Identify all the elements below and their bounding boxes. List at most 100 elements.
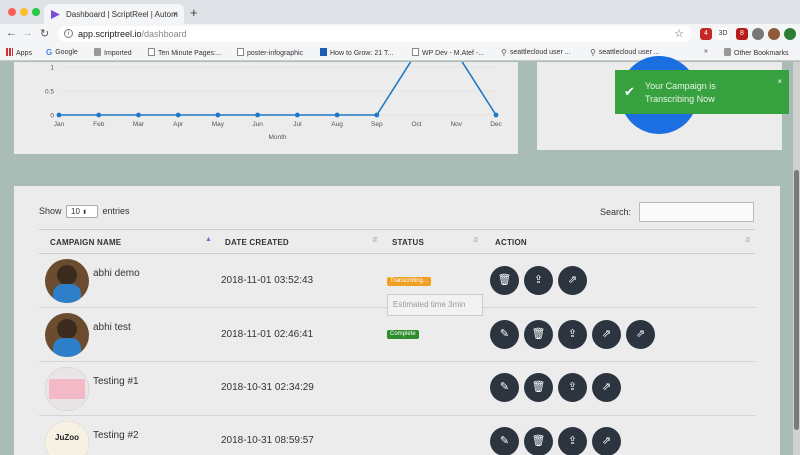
bookmark-google[interactable]: G Google	[46, 48, 78, 57]
toast-notification: ✔ Your Campaign is Transcribing Now ×	[615, 70, 789, 114]
share-icon[interactable]: ⇗	[592, 320, 621, 349]
campaign-name[interactable]: Testing #1	[93, 376, 139, 387]
x-tick-label: Jun	[252, 121, 263, 128]
share-icon[interactable]: ⇗	[558, 266, 587, 295]
cloud-icon: ⚲	[590, 48, 596, 57]
table-row: JuZoo Testing #2 2018-10-31 08:59:57 ✎ 🗑 ⇪…	[39, 416, 755, 455]
table-header: CAMPAIGN NAME ▲ DATE CREATED ⇵ STATUS ⇵ …	[39, 229, 755, 254]
data-point	[215, 112, 221, 118]
chart-card: 0 0.5 1 Jan Feb Mar Apr May Jun Jul Aug Sep Oct Nov De…	[14, 62, 518, 154]
extension-3d-icon[interactable]: 3D	[717, 28, 729, 40]
edit-icon[interactable]: ✎	[490, 373, 519, 402]
close-tab-icon[interactable]: ×	[173, 9, 178, 19]
browser-tab[interactable]: Dashboard | ScriptReel | Autom ×	[44, 4, 184, 24]
person-photo-icon	[57, 265, 77, 285]
browser-toolbar: ← → ↻ i app.scriptreel.io/dashboard ☆ 4 …	[0, 24, 800, 44]
bookmark-seattlecloud-1[interactable]: ⚲ seattlecloud user ...	[501, 48, 571, 57]
sort-icon[interactable]: ⇵	[372, 236, 378, 244]
extension-green-icon[interactable]	[784, 28, 796, 40]
stepper-icon: ⬍	[82, 210, 88, 216]
cloud-icon: ⚲	[501, 48, 507, 57]
bookmark-apps[interactable]: Apps	[6, 48, 32, 57]
campaign-thumbnail[interactable]	[45, 259, 89, 303]
header-status[interactable]: STATUS	[392, 238, 424, 247]
delete-icon[interactable]: 🗑	[524, 427, 553, 455]
bookmarks-overflow-button[interactable]: »	[704, 48, 708, 55]
upload-icon[interactable]: ⇪	[558, 427, 587, 455]
minimize-window-dot[interactable]	[20, 8, 28, 16]
page-icon	[148, 48, 155, 56]
bookmark-wp-dev[interactable]: WP Dev - M.Atef -...	[412, 48, 484, 57]
extension-reader-icon[interactable]: 8	[736, 28, 748, 40]
bookmark-seattlecloud-2[interactable]: ⚲ seattlecloud user ...	[590, 48, 660, 57]
bookmark-how-to-grow[interactable]: How to Grow: 21 T...	[320, 48, 393, 57]
data-point	[136, 112, 141, 118]
profile-avatar[interactable]	[768, 28, 780, 40]
row-actions: ✎ 🗑 ⇪ ⇗	[490, 427, 626, 455]
sort-asc-icon[interactable]: ▲	[205, 236, 212, 243]
reload-icon[interactable]: ↻	[40, 27, 49, 40]
delete-icon[interactable]: 🗑	[524, 373, 553, 402]
extension-red-icon[interactable]: 4	[700, 28, 712, 40]
edit-icon[interactable]: ✎	[490, 320, 519, 349]
scriptreel-favicon-icon	[51, 10, 60, 19]
person-body-icon	[53, 338, 81, 357]
upload-icon[interactable]: ⇪	[558, 373, 587, 402]
delete-icon[interactable]: 🗑	[490, 266, 519, 295]
entries-control: Show 10 ⬍ entries	[39, 205, 130, 218]
toast-close-icon[interactable]: ×	[777, 77, 782, 86]
share-icon[interactable]: ⇗	[592, 427, 621, 455]
back-icon[interactable]: ←	[6, 27, 17, 39]
site-info-icon[interactable]: i	[64, 29, 73, 38]
extension-user-icon[interactable]	[752, 28, 764, 40]
page-scrollbar-thumb[interactable]	[794, 170, 799, 430]
apps-grid-icon	[6, 48, 13, 56]
row-actions: 🗑 ⇪ ⇗	[490, 266, 592, 295]
other-bookmarks[interactable]: Other Bookmarks	[724, 48, 788, 57]
campaign-thumbnail[interactable]: JuZoo	[45, 421, 89, 455]
entries-select[interactable]: 10 ⬍	[66, 205, 99, 218]
share-icon[interactable]: ⇗	[592, 373, 621, 402]
close-window-dot[interactable]	[8, 8, 16, 16]
header-campaign-name[interactable]: CAMPAIGN NAME	[50, 238, 121, 247]
bookmark-imported[interactable]: Imported	[94, 48, 132, 57]
sort-icon[interactable]: ⇵	[745, 236, 751, 244]
bookmark-poster-infographic[interactable]: poster-infographic	[237, 48, 303, 57]
upload-icon[interactable]: ⇪	[524, 266, 553, 295]
campaign-thumbnail[interactable]	[45, 367, 89, 411]
search-input[interactable]	[639, 202, 754, 222]
header-date-created[interactable]: DATE CREATED	[225, 238, 289, 247]
campaign-name[interactable]: abhi demo	[93, 268, 140, 279]
maximize-window-dot[interactable]	[32, 8, 40, 16]
address-bar[interactable]: i app.scriptreel.io/dashboard ☆	[58, 26, 692, 42]
x-tick-label: Nov	[450, 121, 462, 128]
x-tick-label: Oct	[411, 121, 421, 128]
forward-icon[interactable]: →	[22, 27, 33, 39]
new-tab-button[interactable]: +	[190, 5, 198, 20]
page-icon	[412, 48, 419, 56]
x-axis-label: Month	[268, 134, 286, 141]
sort-icon[interactable]: ⇵	[473, 236, 479, 244]
y-tick-label: 1	[50, 65, 54, 72]
bookmark-star-icon[interactable]: ☆	[674, 27, 684, 40]
share-icon[interactable]: ⇗	[626, 320, 655, 349]
edit-icon[interactable]: ✎	[490, 427, 519, 455]
delete-icon[interactable]: 🗑	[524, 320, 553, 349]
medium-icon	[320, 48, 327, 56]
header-action[interactable]: ACTION	[495, 238, 527, 247]
date-created: 2018-10-31 02:34:29	[221, 382, 314, 393]
data-point	[255, 112, 261, 118]
x-tick-label: Jan	[54, 121, 65, 128]
bookmark-ten-minute-pages[interactable]: Ten Minute Pages:...	[148, 48, 222, 57]
check-icon: ✔	[624, 84, 635, 99]
url-path: /dashboard	[141, 29, 187, 39]
campaign-thumbnail[interactable]	[45, 313, 89, 357]
x-tick-label: Mar	[133, 121, 145, 128]
toast-message: Your Campaign is Transcribing Now	[645, 81, 716, 104]
browser-tabbar: Dashboard | ScriptReel | Autom × +	[0, 0, 800, 24]
x-tick-label: Aug	[331, 121, 343, 128]
campaign-name[interactable]: abhi test	[93, 322, 131, 333]
upload-icon[interactable]: ⇪	[558, 320, 587, 349]
row-actions: ✎ 🗑 ⇪ ⇗ ⇗	[490, 320, 660, 349]
campaign-name[interactable]: Testing #2	[93, 430, 139, 441]
